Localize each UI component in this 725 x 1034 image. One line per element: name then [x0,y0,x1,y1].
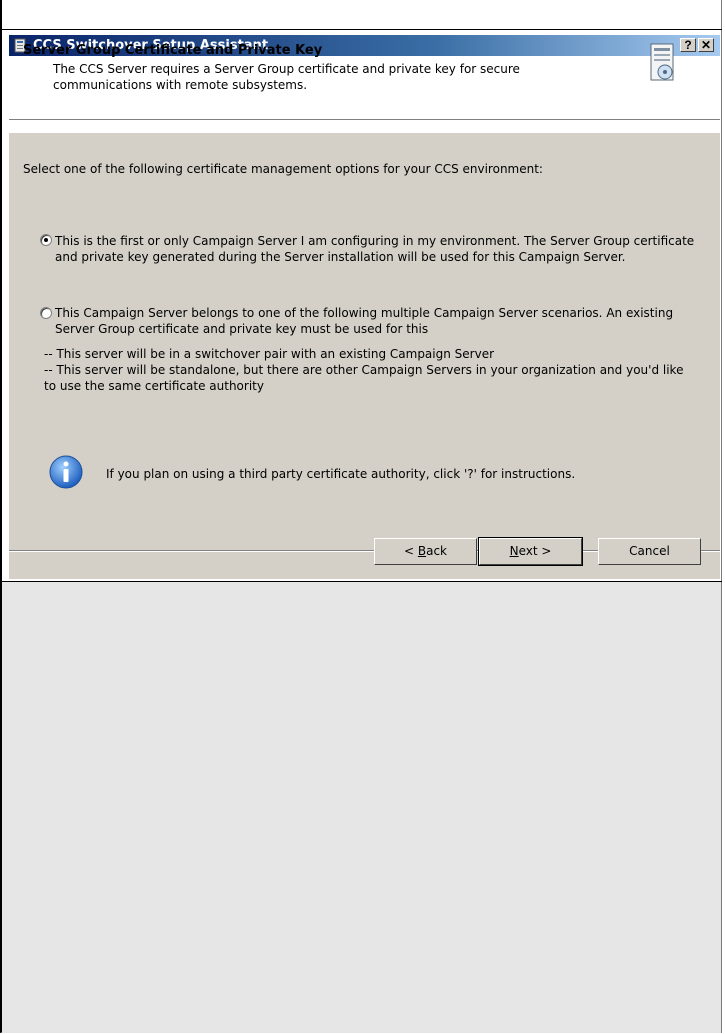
setup-document-icon [650,43,674,81]
option-first-server-radio[interactable] [40,234,52,246]
instruction-text: Select one of the following certificate … [23,162,543,176]
next-accesskey: N [509,544,519,558]
page-title: Server Group Certificate and Private Key [23,43,323,58]
back-accesskey: B [417,544,427,558]
option-first-server-label[interactable]: This is the first or only Campaign Serve… [55,233,695,265]
next-label: ext > [518,544,552,558]
option-multiple-servers-label[interactable]: This Campaign Server belongs to one of t… [55,305,695,337]
next-button[interactable]: Next > [478,537,583,566]
info-text: If you plan on using a third party certi… [106,467,576,481]
page-subtitle: The CCS Server requires a Server Group c… [53,62,520,92]
scenario-note: -- This server will be in a switchover p… [44,347,495,361]
top-row [2,0,721,29]
back-prefix: < [403,544,418,558]
info-icon [49,455,83,489]
option-multiple-servers-radio[interactable] [40,307,52,319]
close-button[interactable]: ✕ [698,38,714,52]
top-row-border [2,29,722,30]
scenario-notes: -- This server will be in a switchover p… [44,346,684,394]
empty-lower-panel [2,582,721,1033]
header-separator-highlight [9,120,720,121]
scenario-note: -- This server will be standalone, but t… [44,363,684,393]
back-label: ack [426,544,447,558]
cancel-button[interactable]: Cancel [598,538,701,565]
back-button[interactable]: < Back [374,538,477,565]
